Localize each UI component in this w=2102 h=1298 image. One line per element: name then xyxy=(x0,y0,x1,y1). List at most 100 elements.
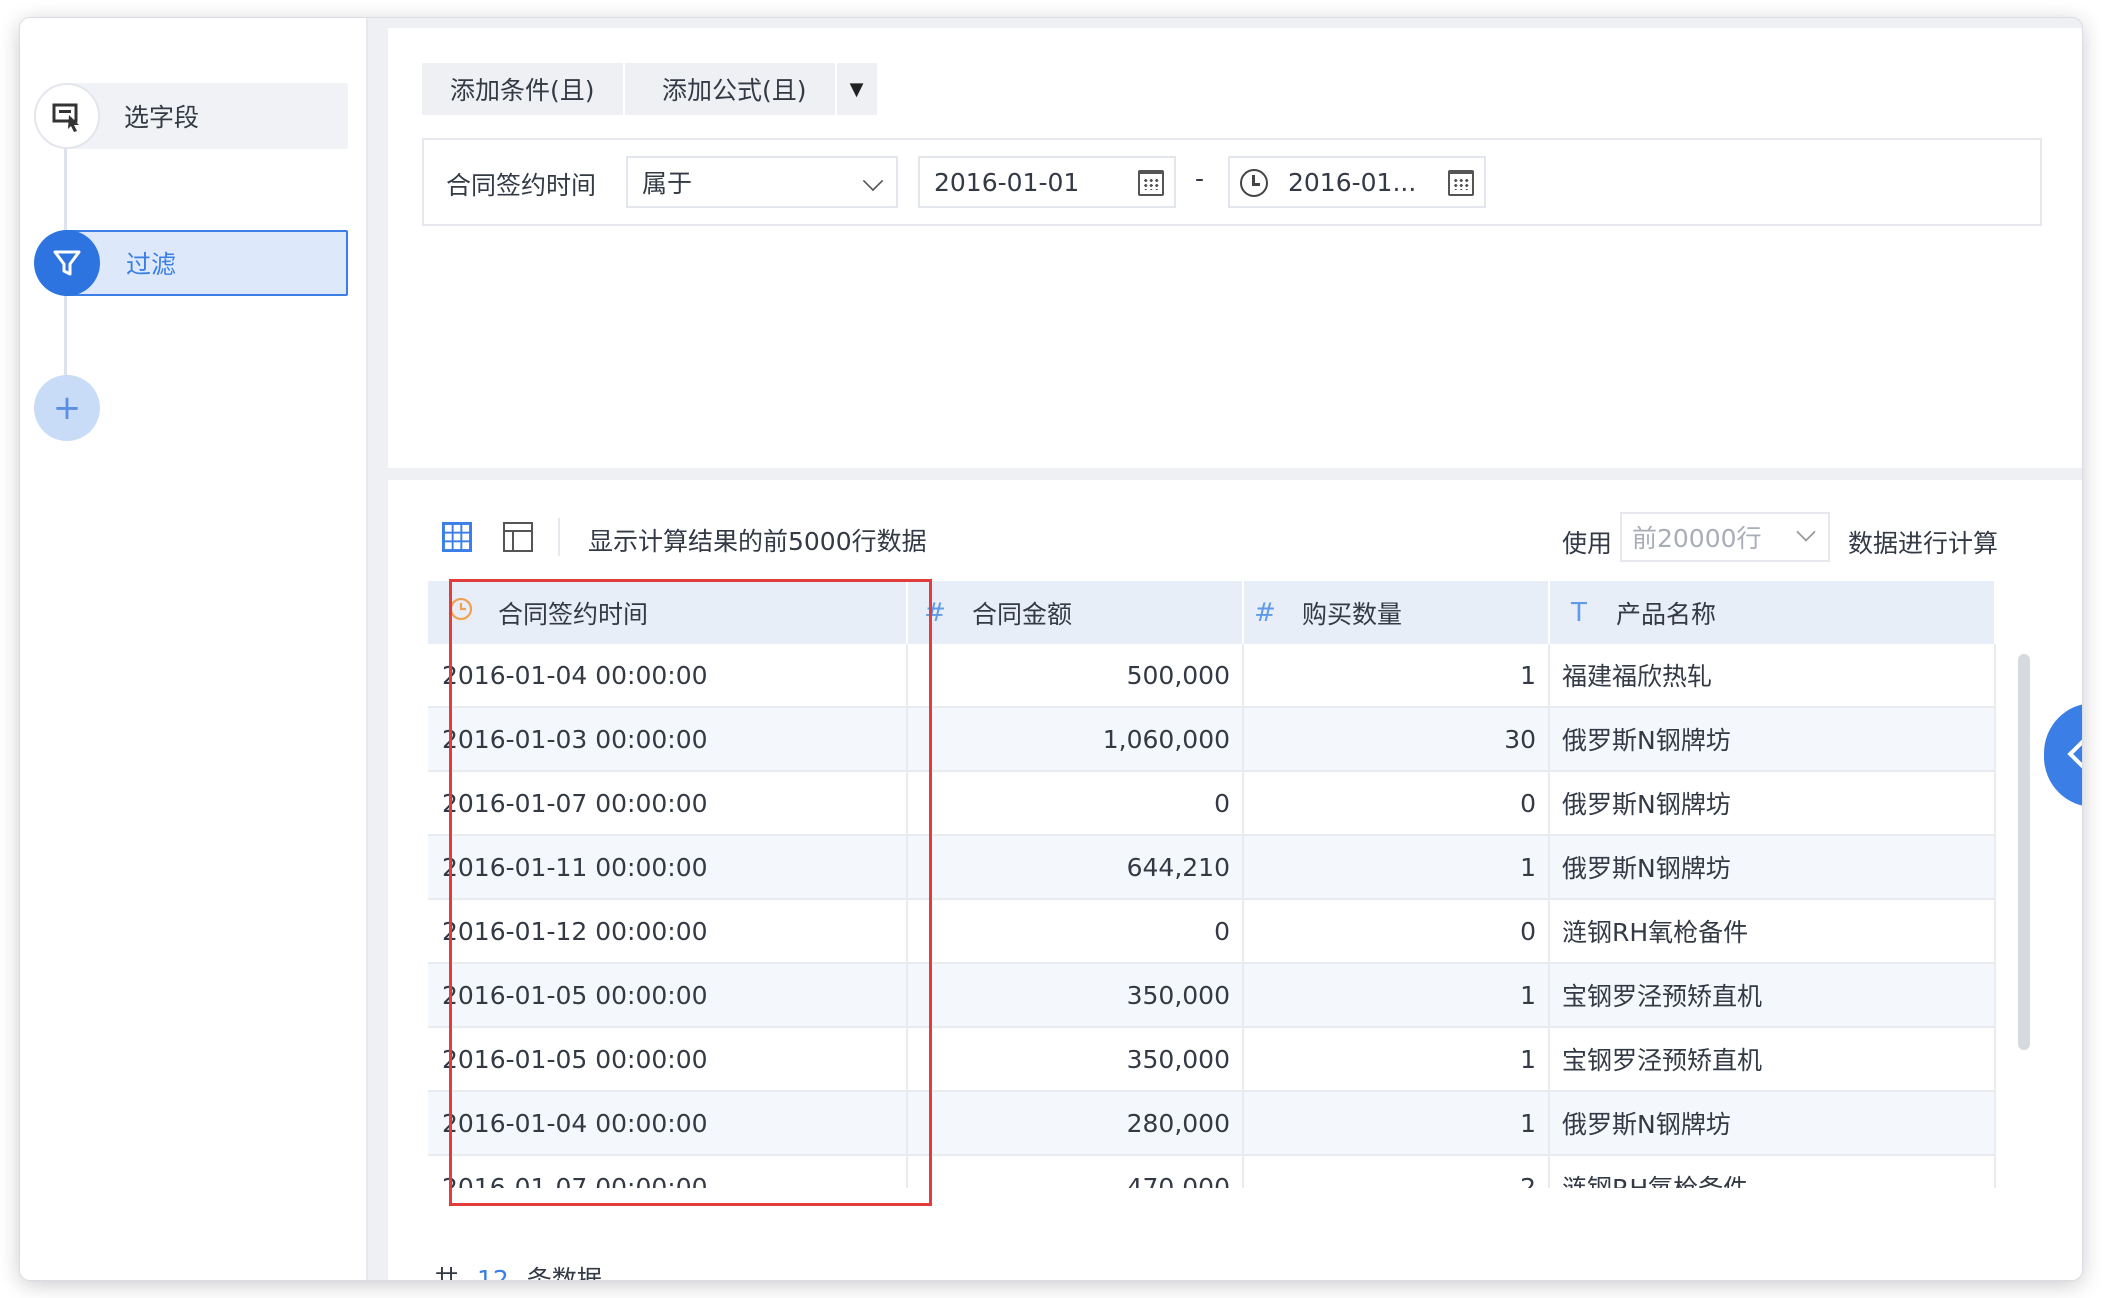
table-cell: 宝钢罗泾预矫直机 xyxy=(1550,1028,1996,1090)
table-row[interactable]: 2016-01-07 00:00:00 470,000 2 涟钢RH氧枪备件 xyxy=(428,1156,1996,1188)
start-date-value: 2016-01-01 xyxy=(934,167,1080,197)
table-cell: 0 xyxy=(908,772,1244,834)
table-cell: 2016-01-03 00:00:00 xyxy=(428,708,908,770)
start-date-input[interactable]: 2016-01-01 xyxy=(918,156,1176,208)
end-date-input[interactable]: 2016-01... xyxy=(1228,156,1486,208)
chevron-left-icon xyxy=(2067,738,2082,770)
column-label: 合同签约时间 xyxy=(498,599,649,629)
filter-condition-row: 合同签约时间 属于 2016-01-01 - 2016-01... xyxy=(422,138,2042,226)
table-cell: 500,000 xyxy=(908,644,1244,706)
add-condition-label: 添加条件(且) xyxy=(450,76,595,105)
clock-icon xyxy=(446,596,476,629)
table-cell: 0 xyxy=(1244,772,1550,834)
column-label: 产品名称 xyxy=(1616,599,1717,629)
table-cell: 2016-01-04 00:00:00 xyxy=(428,1092,908,1154)
table-row[interactable]: 2016-01-05 00:00:00 350,000 1 宝钢罗泾预矫直机 xyxy=(428,964,1996,1028)
table-cell: 2016-01-11 00:00:00 xyxy=(428,836,908,898)
table-cell: 2 xyxy=(1244,1156,1550,1188)
table-cell: 涟钢RH氧枪备件 xyxy=(1550,1156,1996,1188)
column-header-contract-amount[interactable]: # 合同金额 xyxy=(908,581,1244,644)
table-cell: 1 xyxy=(1244,836,1550,898)
table-row[interactable]: 2016-01-07 00:00:00 0 0 俄罗斯N钢牌坊 xyxy=(428,772,1996,836)
add-formula-label: 添加公式(且) xyxy=(662,76,807,105)
table-cell: 470,000 xyxy=(908,1156,1244,1188)
step-filter[interactable]: 过滤 xyxy=(34,230,348,296)
operator-select[interactable]: 属于 xyxy=(626,156,898,208)
column-header-product-name[interactable]: T 产品名称 xyxy=(1550,581,1996,644)
table-row[interactable]: 2016-01-04 00:00:00 500,000 1 福建福欣热轧 xyxy=(428,644,1996,708)
table-cell: 涟钢RH氧枪备件 xyxy=(1550,900,1996,962)
table-row[interactable]: 2016-01-03 00:00:00 1,060,000 30 俄罗斯N钢牌坊 xyxy=(428,708,1996,772)
column-header-purchase-quantity[interactable]: # 购买数量 xyxy=(1244,581,1550,644)
calc-label: 数据进行计算 xyxy=(1847,529,1998,558)
table-view-icon[interactable] xyxy=(442,522,472,552)
add-formula-button[interactable]: 添加公式(且) ▼ xyxy=(634,63,877,115)
step-filter-label: 过滤 xyxy=(64,230,348,296)
total-prefix: 共 xyxy=(434,1265,460,1280)
total-suffix: 条数据 xyxy=(526,1265,602,1280)
add-condition-button[interactable]: 添加条件(且) ▼ xyxy=(422,63,665,115)
calendar-icon[interactable] xyxy=(1448,170,1474,196)
caret-down-icon[interactable]: ▼ xyxy=(834,63,877,115)
table-cell: 0 xyxy=(1244,900,1550,962)
use-label: 使用 xyxy=(1561,529,1612,558)
filter-icon xyxy=(34,230,100,296)
table-cell: 2016-01-04 00:00:00 xyxy=(428,644,908,706)
table-cell: 30 xyxy=(1244,708,1550,770)
condition-field-name: 合同签约时间 xyxy=(446,171,597,200)
table-cell: 2016-01-07 00:00:00 xyxy=(428,1156,908,1188)
table-row[interactable]: 2016-01-12 00:00:00 0 0 涟钢RH氧枪备件 xyxy=(428,900,1996,964)
table-cell: 2016-01-07 00:00:00 xyxy=(428,772,908,834)
table-cell: 俄罗斯N钢牌坊 xyxy=(1550,836,1996,898)
number-icon: # xyxy=(924,597,946,628)
table-cell: 0 xyxy=(908,900,1244,962)
table-row[interactable]: 2016-01-11 00:00:00 644,210 1 俄罗斯N钢牌坊 xyxy=(428,836,1996,900)
results-panel: 显示计算结果的前5000行数据 使用 前20000行 数据进行计算 合同签约时间… xyxy=(388,480,2082,1280)
table-cell: 2016-01-05 00:00:00 xyxy=(428,964,908,1026)
table-cell: 280,000 xyxy=(908,1092,1244,1154)
table-cell: 350,000 xyxy=(908,964,1244,1026)
table-scrollbar[interactable] xyxy=(2018,654,2030,1050)
results-info-text: 显示计算结果的前5000行数据 xyxy=(588,527,927,556)
table-cell: 俄罗斯N钢牌坊 xyxy=(1550,708,1996,770)
row-limit-placeholder: 前20000行 xyxy=(1632,524,1762,553)
toolbar-divider xyxy=(558,518,560,556)
table-cell: 1,060,000 xyxy=(908,708,1244,770)
table-cell: 644,210 xyxy=(908,836,1244,898)
data-table: 合同签约时间 # 合同金额 # 购买数量 T 产品名称 2016-01-04 0… xyxy=(428,581,1996,1188)
chevron-down-icon xyxy=(862,170,884,192)
table-cell: 福建福欣热轧 xyxy=(1550,644,1996,706)
table-row[interactable]: 2016-01-04 00:00:00 280,000 1 俄罗斯N钢牌坊 xyxy=(428,1092,1996,1156)
layout-view-icon[interactable] xyxy=(503,522,533,552)
table-cell: 1 xyxy=(1244,964,1550,1026)
total-count: 共 12 条数据 xyxy=(434,1260,602,1280)
calendar-icon[interactable] xyxy=(1138,170,1164,196)
table-cell: 俄罗斯N钢牌坊 xyxy=(1550,772,1996,834)
table-row[interactable]: 2016-01-05 00:00:00 350,000 1 宝钢罗泾预矫直机 xyxy=(428,1028,1996,1092)
clock-icon[interactable] xyxy=(1240,169,1268,197)
column-label: 合同金额 xyxy=(972,599,1073,629)
table-cell: 2016-01-12 00:00:00 xyxy=(428,900,908,962)
text-icon: T xyxy=(1571,597,1587,628)
column-header-contract-time[interactable]: 合同签约时间 xyxy=(428,581,908,644)
range-separator: - xyxy=(1195,164,1205,193)
steps-panel: 选字段 过滤 + xyxy=(20,18,368,1280)
total-number: 12 xyxy=(477,1265,509,1280)
plus-icon: + xyxy=(34,375,100,441)
table-cell: 2016-01-05 00:00:00 xyxy=(428,1028,908,1090)
app-window: 选字段 过滤 + 添加条件(且) ▼ xyxy=(20,18,2082,1280)
step-select-fields[interactable]: 选字段 xyxy=(34,83,348,149)
filter-panel: 添加条件(且) ▼ 添加公式(且) ▼ 合同签约时间 属于 2016-01-01… xyxy=(388,28,2082,468)
table-cell: 宝钢罗泾预矫直机 xyxy=(1550,964,1996,1026)
table-cell: 1 xyxy=(1244,1092,1550,1154)
row-limit-select[interactable]: 前20000行 xyxy=(1620,512,1830,562)
table-cell: 俄罗斯N钢牌坊 xyxy=(1550,1092,1996,1154)
chevron-down-icon xyxy=(1796,522,1816,542)
operator-value: 属于 xyxy=(642,169,693,198)
add-step-button[interactable]: + xyxy=(34,375,348,441)
table-cell: 350,000 xyxy=(908,1028,1244,1090)
end-date-value: 2016-01... xyxy=(1288,167,1417,197)
table-cell: 1 xyxy=(1244,644,1550,706)
field-select-icon xyxy=(34,83,100,149)
column-label: 购买数量 xyxy=(1302,599,1403,629)
